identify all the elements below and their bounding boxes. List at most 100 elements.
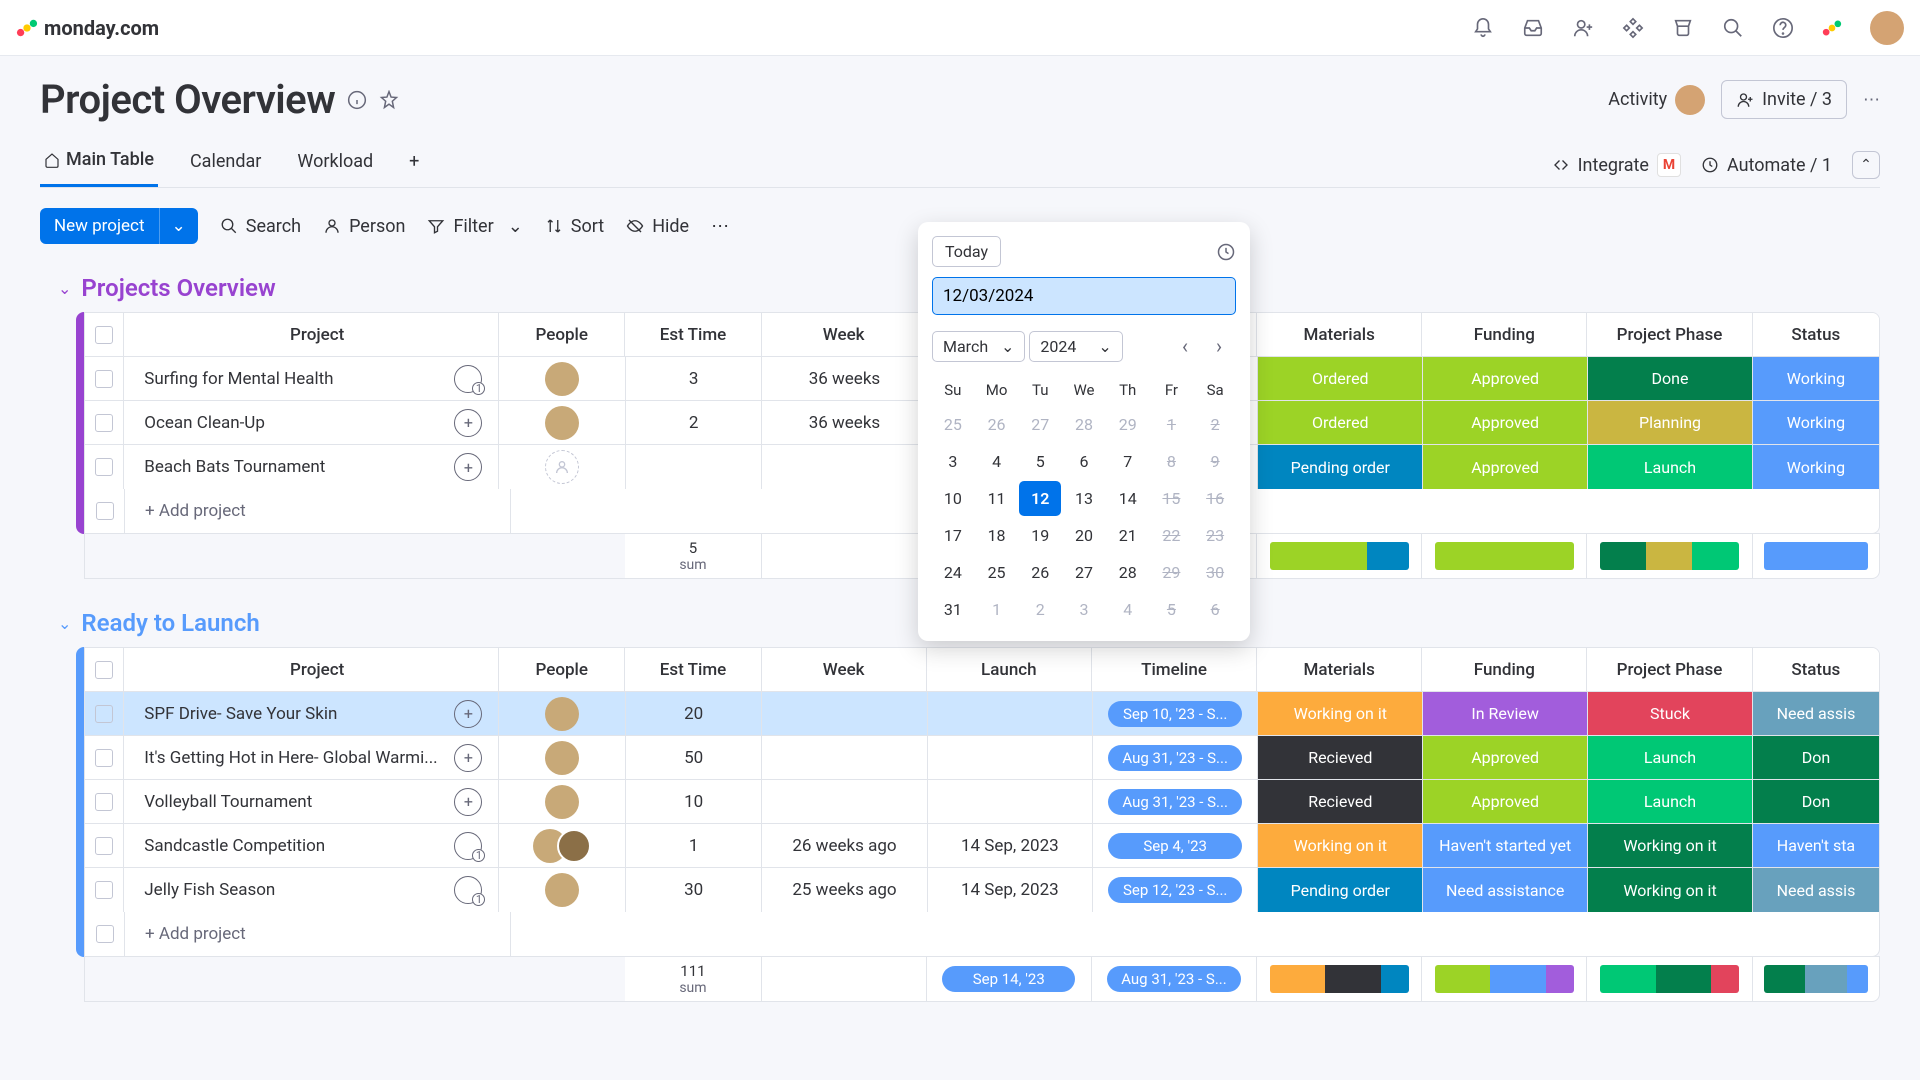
calendar-day[interactable]: 29 (1151, 555, 1193, 590)
est-time-cell[interactable]: 30 (626, 868, 762, 912)
calendar-day[interactable]: 6 (1063, 444, 1105, 479)
new-project-dropdown[interactable]: ⌄ (159, 208, 198, 244)
timeline-pill[interactable]: Aug 31, '23 - S... (1108, 789, 1242, 815)
conversation-icon[interactable]: 1 (454, 832, 482, 860)
project-name[interactable]: Volleyball Tournament (144, 792, 454, 812)
launch-cell[interactable] (928, 736, 1093, 779)
table-row[interactable]: Volleyball Tournament+ 10 Aug 31, '23 - … (85, 780, 1879, 824)
project-name[interactable]: Sandcastle Competition (144, 836, 454, 856)
status-cell[interactable]: Ordered (1258, 357, 1422, 400)
col-people[interactable]: People (499, 313, 625, 356)
project-name[interactable]: Ocean Clean-Up (144, 413, 454, 433)
calendar-day[interactable]: 10 (932, 481, 974, 516)
calendar-day[interactable]: 21 (1107, 518, 1149, 553)
people-avatar[interactable] (545, 785, 579, 819)
table-row[interactable]: Jelly Fish Season1 30 25 weeks ago 14 Se… (85, 868, 1879, 912)
est-time-cell[interactable]: 1 (626, 824, 762, 867)
people-avatar[interactable] (545, 697, 579, 731)
week-cell[interactable] (762, 736, 927, 779)
col-est-time[interactable]: Est Time (625, 313, 761, 356)
hide-button[interactable]: Hide (626, 216, 689, 237)
row-checkbox[interactable] (95, 881, 113, 899)
person-filter-button[interactable]: Person (323, 216, 405, 237)
time-icon[interactable] (1216, 242, 1236, 262)
automate-button[interactable]: Automate / 1 (1701, 155, 1832, 176)
calendar-day[interactable]: 25 (932, 407, 974, 442)
sort-button[interactable]: Sort (545, 216, 604, 237)
status-cell[interactable]: Done (1588, 357, 1752, 400)
date-input[interactable] (932, 277, 1236, 315)
timeline-pill[interactable]: Sep 4, '23 (1108, 833, 1242, 859)
calendar-day[interactable]: 26 (1019, 555, 1061, 590)
status-cell[interactable]: Approved (1423, 780, 1587, 823)
status-cell[interactable]: Working on it (1588, 824, 1752, 867)
status-cell[interactable]: Launch (1588, 780, 1752, 823)
status-cell[interactable]: Don (1753, 736, 1879, 779)
help-icon[interactable] (1772, 17, 1794, 39)
calendar-day[interactable]: 6 (1194, 592, 1236, 627)
status-cell[interactable]: Working (1753, 445, 1879, 489)
invite-members-icon[interactable] (1572, 17, 1594, 39)
favorite-icon[interactable] (379, 90, 399, 110)
status-cell[interactable]: Ordered (1258, 401, 1422, 444)
checkbox[interactable] (96, 502, 114, 520)
people-avatar[interactable] (545, 362, 579, 396)
status-cell[interactable]: Pending order (1258, 868, 1422, 912)
brand-logo[interactable]: monday.com (16, 16, 159, 40)
row-checkbox[interactable] (95, 749, 113, 767)
notifications-icon[interactable] (1472, 17, 1494, 39)
calendar-day[interactable]: 8 (1151, 444, 1193, 479)
row-checkbox[interactable] (95, 837, 113, 855)
status-cell[interactable]: Launch (1588, 445, 1752, 489)
new-project-button[interactable]: New project ⌄ (40, 208, 198, 244)
week-cell[interactable]: 36 weeks (762, 401, 927, 444)
calendar-day[interactable]: 23 (1194, 518, 1236, 553)
status-cell[interactable]: Working on it (1258, 824, 1422, 867)
project-name[interactable]: It's Getting Hot in Here- Global Warmi..… (144, 748, 454, 768)
prev-month-button[interactable]: ‹ (1168, 329, 1202, 363)
table-row[interactable]: Sandcastle Competition1 1 26 weeks ago 1… (85, 824, 1879, 868)
calendar-day[interactable]: 2 (1194, 407, 1236, 442)
status-cell[interactable]: Approved (1423, 401, 1587, 444)
year-select[interactable]: 2024⌄ (1029, 331, 1122, 362)
launch-cell[interactable]: 14 Sep, 2023 (928, 868, 1093, 912)
calendar-day[interactable]: 14 (1107, 481, 1149, 516)
row-checkbox[interactable] (95, 458, 113, 476)
collapse-header-button[interactable]: ⌃ (1852, 151, 1880, 179)
people-stack[interactable] (533, 829, 591, 863)
col-est-time[interactable]: Est Time (625, 648, 761, 691)
people-avatar[interactable] (545, 741, 579, 775)
col-funding[interactable]: Funding (1422, 313, 1587, 356)
calendar-day[interactable]: 12 (1019, 481, 1061, 516)
status-cell[interactable]: Working (1753, 357, 1879, 400)
project-name[interactable]: Beach Bats Tournament (144, 457, 454, 477)
calendar-day[interactable]: 27 (1063, 555, 1105, 590)
status-cell[interactable]: Don (1753, 780, 1879, 823)
timeline-pill[interactable]: Sep 12, '23 - S... (1108, 877, 1242, 903)
col-funding[interactable]: Funding (1422, 648, 1587, 691)
user-avatar[interactable] (1870, 11, 1904, 45)
search-icon[interactable] (1722, 17, 1744, 39)
calendar-day[interactable]: 24 (932, 555, 974, 590)
conversation-icon[interactable]: 1 (454, 365, 482, 393)
calendar-day[interactable]: 1 (976, 592, 1018, 627)
people-avatar[interactable] (545, 406, 579, 440)
products-icon[interactable] (1822, 18, 1842, 38)
col-project-phase[interactable]: Project Phase (1587, 313, 1752, 356)
status-cell[interactable]: Stuck (1588, 692, 1752, 735)
col-project-phase[interactable]: Project Phase (1587, 648, 1752, 691)
calendar-day[interactable]: 17 (932, 518, 974, 553)
calendar-day[interactable]: 18 (976, 518, 1018, 553)
table-row[interactable]: It's Getting Hot in Here- Global Warmi..… (85, 736, 1879, 780)
add-project-row[interactable]: + Add project (85, 912, 1879, 956)
conversation-icon[interactable]: + (454, 744, 482, 772)
est-time-cell[interactable]: 20 (626, 692, 762, 735)
calendar-day[interactable]: 19 (1019, 518, 1061, 553)
col-project[interactable]: Project (124, 313, 499, 356)
col-materials[interactable]: Materials (1257, 313, 1422, 356)
calendar-day[interactable]: 5 (1019, 444, 1061, 479)
marketplace-icon[interactable] (1672, 17, 1694, 39)
week-cell[interactable] (762, 692, 927, 735)
launch-cell[interactable] (928, 780, 1093, 823)
launch-cell[interactable] (928, 692, 1093, 735)
